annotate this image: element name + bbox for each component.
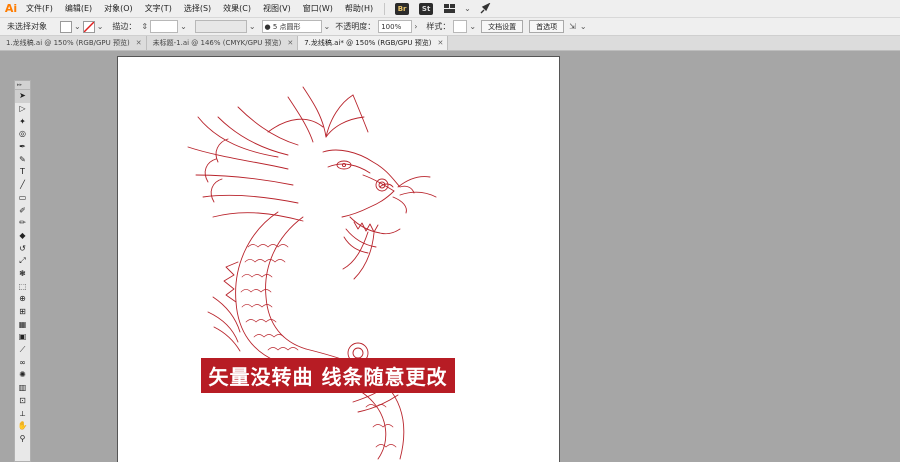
- direct-selection-tool-icon[interactable]: ▷: [15, 103, 30, 116]
- perspective-tool-icon[interactable]: ⊞: [15, 306, 30, 319]
- free-transform-tool-icon[interactable]: ⬚: [15, 280, 30, 293]
- menu-separator: [384, 2, 386, 15]
- selection-status: 未选择对象: [7, 22, 47, 31]
- chevron-down-icon[interactable]: ⌄: [322, 22, 333, 31]
- stroke-weight-field[interactable]: [150, 20, 179, 33]
- chevron-down-icon[interactable]: ⌄: [247, 22, 258, 31]
- close-icon[interactable]: ✕: [437, 39, 443, 47]
- line-tool-icon[interactable]: ╱: [15, 179, 30, 192]
- magic-wand-tool-icon[interactable]: ✦: [15, 115, 30, 128]
- eyedropper-tool-icon[interactable]: ⟋: [15, 344, 30, 357]
- scale-tool-icon[interactable]: ⤢: [15, 255, 30, 268]
- variable-width-profile[interactable]: [194, 20, 247, 33]
- document-tab[interactable]: 1.龙线稿.ai @ 150% (RGB/GPU 预览) ✕: [0, 36, 147, 50]
- opacity-field[interactable]: 100%: [378, 20, 413, 33]
- preferences-button[interactable]: 首选项: [529, 20, 565, 33]
- zoom-tool-icon[interactable]: ⚲: [15, 433, 30, 446]
- chevron-down-icon[interactable]: ⌄: [462, 4, 473, 13]
- rectangle-tool-icon[interactable]: ▭: [15, 192, 30, 205]
- shape-builder-tool-icon[interactable]: ⊕: [15, 293, 30, 306]
- close-icon[interactable]: ✕: [287, 39, 293, 47]
- close-icon[interactable]: ✕: [136, 39, 142, 47]
- stroke-stepper-icon[interactable]: ⇕: [139, 22, 150, 31]
- stock-button[interactable]: St: [419, 2, 434, 15]
- slice-tool-icon[interactable]: ⟂: [15, 407, 30, 420]
- menu-help[interactable]: 帮助(H): [339, 3, 379, 14]
- document-tab[interactable]: 未标题-1.ai @ 146% (CMYK/GPU 预览) ✕: [147, 36, 299, 50]
- hand-tool-icon[interactable]: ✋: [15, 420, 30, 433]
- document-tab-active[interactable]: 7.龙线稿.ai* @ 150% (RGB/GPU 预览) ✕: [298, 36, 449, 50]
- menu-effect[interactable]: 效果(C): [217, 3, 257, 14]
- brush-value: 5 点圆形: [272, 22, 301, 31]
- type-tool-icon[interactable]: T: [15, 166, 30, 179]
- pen-tool-icon[interactable]: ✒: [15, 141, 30, 154]
- document-tab-bar: 1.龙线稿.ai @ 150% (RGB/GPU 预览) ✕ 未标题-1.ai …: [0, 36, 900, 51]
- brush-definition[interactable]: ● 5 点圆形: [261, 20, 322, 33]
- symbol-sprayer-tool-icon[interactable]: ✺: [15, 369, 30, 382]
- menu-select[interactable]: 选择(S): [178, 3, 217, 14]
- menu-type[interactable]: 文字(T): [139, 3, 178, 14]
- artboard-tool-icon[interactable]: ⊡: [15, 395, 30, 408]
- menu-window[interactable]: 窗口(W): [297, 3, 339, 14]
- fill-swatch[interactable]: [60, 20, 72, 33]
- chevron-down-icon[interactable]: ⌄: [467, 22, 478, 31]
- control-bar: 未选择对象 ⌄ ⌄ 描边： ⇕ ⌄ ⌄ ● 5 点圆形 ⌄ 不透明度： 100%…: [0, 17, 900, 36]
- blend-tool-icon[interactable]: ∞: [15, 356, 30, 369]
- tab-label: 未标题-1.ai @ 146% (CMYK/GPU 预览): [152, 39, 282, 47]
- stroke-label: 描边：: [112, 22, 137, 31]
- chevron-down-icon[interactable]: ⌄: [95, 22, 106, 31]
- style-swatch[interactable]: [453, 20, 468, 33]
- style-label: 样式：: [426, 22, 451, 31]
- paintbrush-tool-icon[interactable]: ✐: [15, 204, 30, 217]
- bridge-button[interactable]: Br: [395, 2, 410, 15]
- tools-panel: ▸▸ ➤ ▷ ✦ ◎ ✒ ✎ T ╱ ▭ ✐ ✏ ◆ ↺ ⤢ ❃ ⬚ ⊕ ⊞ ▦…: [14, 80, 31, 462]
- promo-banner: 矢量没转曲 线条随意更改: [201, 358, 455, 393]
- rotate-tool-icon[interactable]: ↺: [15, 242, 30, 255]
- warp-tool-icon[interactable]: ❃: [15, 268, 30, 281]
- mesh-tool-icon[interactable]: ▦: [15, 318, 30, 331]
- illustrator-logo[interactable]: Ai: [2, 1, 20, 16]
- eraser-tool-icon[interactable]: ◆: [15, 230, 30, 243]
- chevron-down-icon[interactable]: ⌄: [178, 22, 189, 31]
- column-graph-tool-icon[interactable]: ▥: [15, 382, 30, 395]
- curvature-tool-icon[interactable]: ✎: [15, 153, 30, 166]
- chevron-down-icon[interactable]: ⌄: [72, 22, 83, 31]
- menu-edit[interactable]: 编辑(E): [59, 3, 98, 14]
- lasso-tool-icon[interactable]: ◎: [15, 128, 30, 141]
- opacity-label: 不透明度：: [335, 22, 376, 31]
- tab-label: 1.龙线稿.ai @ 150% (RGB/GPU 预览): [6, 39, 130, 47]
- document-setup-button[interactable]: 文档设置: [481, 20, 524, 33]
- stroke-swatch[interactable]: [82, 20, 95, 33]
- menu-bar: Ai 文件(F) 编辑(E) 对象(O) 文字(T) 选择(S) 效果(C) 视…: [0, 0, 900, 17]
- pencil-tool-icon[interactable]: ✏: [15, 217, 30, 230]
- gradient-tool-icon[interactable]: ▣: [15, 331, 30, 344]
- arrange-icon[interactable]: ⇲: [567, 22, 578, 31]
- dragon-line-art: [187, 86, 437, 460]
- tab-label: 7.龙线稿.ai* @ 150% (RGB/GPU 预览): [304, 39, 432, 47]
- rocket-icon[interactable]: [478, 2, 492, 15]
- menu-object[interactable]: 对象(O): [98, 3, 139, 14]
- chevron-right-icon[interactable]: ›: [412, 22, 419, 31]
- menu-file[interactable]: 文件(F): [20, 3, 59, 14]
- menu-view[interactable]: 视图(V): [257, 3, 297, 14]
- toolbar-grip[interactable]: ▸▸: [15, 81, 30, 90]
- selection-tool-icon[interactable]: ➤: [15, 90, 30, 103]
- chevron-down-icon[interactable]: ⌄: [578, 22, 589, 31]
- arrange-documents-icon[interactable]: [443, 3, 457, 15]
- artboard[interactable]: [117, 56, 560, 462]
